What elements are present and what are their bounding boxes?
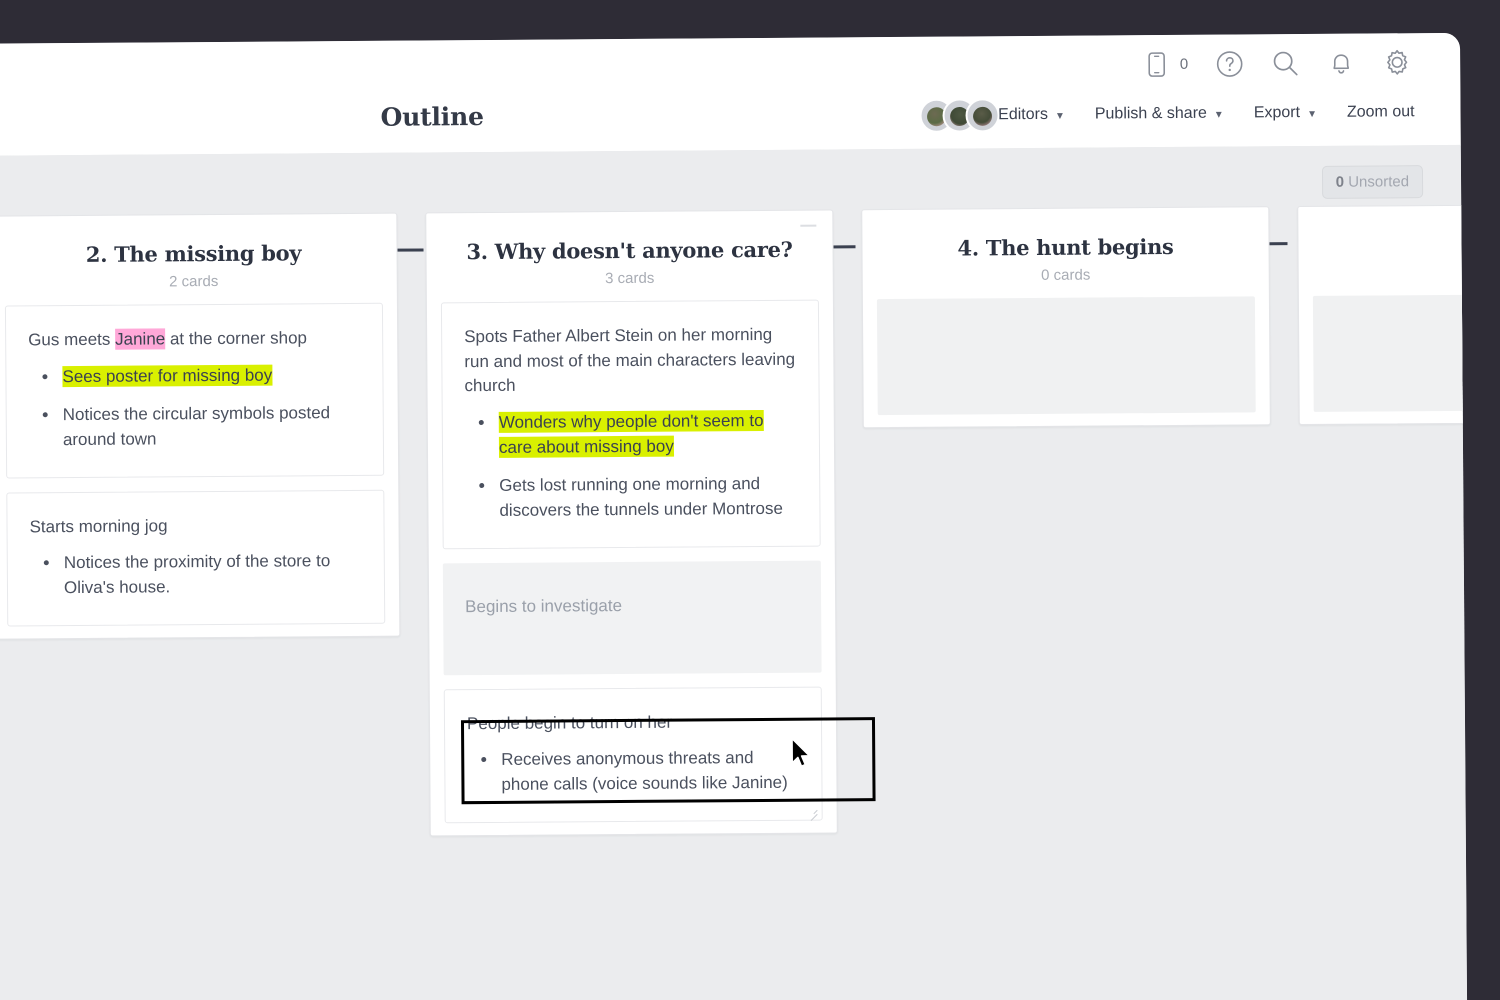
header-toolbar: Editors ▼ Publish & share ▼ Export ▼ Zoo… — [919, 95, 1415, 133]
help-icon[interactable] — [1214, 48, 1244, 78]
settings-gear-icon[interactable] — [1382, 47, 1412, 77]
card-title: Starts morning jog — [29, 516, 168, 537]
card-title: Spots Father Albert Stein on her morning… — [464, 325, 796, 396]
column-card-count: 2 cards — [169, 273, 219, 291]
header-icon-row: 0 — [1142, 47, 1413, 79]
column-title: 4. The hunt begins — [957, 233, 1174, 261]
card-resize-handle[interactable] — [806, 804, 818, 821]
mobile-preview-button[interactable]: 0 — [1142, 49, 1189, 79]
outline-card[interactable]: Starts morning jog Notices the proximity… — [6, 489, 386, 627]
collapse-column-icon[interactable] — [800, 224, 817, 227]
publish-share-label: Publish & share — [1094, 104, 1207, 123]
column-header — [1298, 204, 1467, 296]
column-card-count — [1317, 262, 1468, 282]
editors-menu[interactable]: Editors ▼ — [919, 98, 1065, 133]
column-header: 4. The hunt begins 0 cards — [862, 207, 1269, 299]
column-title — [1316, 230, 1467, 258]
app-window: Outline 0 Editors ▼ Publish & share ▼ Ex… — [0, 32, 1468, 1000]
empty-column-dropzone[interactable] — [876, 296, 1256, 416]
column-header: 3. Why doesn't anyone care? 3 cards — [426, 210, 833, 302]
card-bullet-list: Notices the proximity of the store to Ol… — [30, 549, 362, 601]
highlight-yellow: Wonders why people don't seem to care ab… — [498, 410, 764, 458]
outline-column-partial-right[interactable] — [1297, 203, 1468, 426]
column-card-count: 3 cards — [605, 269, 655, 288]
unsorted-label: Unsorted — [1348, 173, 1410, 191]
publish-share-menu[interactable]: Publish & share ▼ — [1095, 105, 1224, 124]
screen-root: Outline 0 Editors ▼ Publish & share ▼ Ex… — [0, 0, 1500, 1000]
card-bullet-list: Receives anonymous threats and phone cal… — [467, 746, 799, 798]
zoom-out-label: Zoom out — [1346, 103, 1415, 121]
column-title: 2. The missing boy — [85, 240, 302, 267]
card-bullet[interactable]: Receives anonymous threats and phone cal… — [489, 746, 799, 798]
card-bullet-list: Wonders why people don't seem to care ab… — [465, 409, 798, 524]
card-placeholder-text: Begins to investigate — [465, 595, 623, 616]
export-menu[interactable]: Export ▼ — [1254, 104, 1317, 122]
editors-label: Editors — [998, 105, 1048, 124]
card-bullet[interactable]: Wonders why people don't seem to care ab… — [487, 409, 797, 461]
card-title: Gus meets Janine at the corner shop — [28, 326, 360, 353]
empty-column-dropzone[interactable] — [1312, 293, 1468, 413]
search-icon[interactable] — [1270, 48, 1300, 78]
card-bullet[interactable]: Sees poster for missing boy — [50, 363, 360, 390]
outline-card[interactable]: Spots Father Albert Stein on her morning… — [440, 299, 821, 550]
highlight-pink: Janine — [115, 328, 166, 350]
card-bullet-list: Sees poster for missing boy Notices the … — [28, 363, 361, 453]
outline-columns: 2. The missing boy 2 cards Gus meets Jan… — [0, 203, 1468, 839]
column-card-list-lower: People begin to turn on her Receives ano… — [430, 686, 837, 823]
app-header: Outline 0 Editors ▼ Publish & share ▼ Ex… — [0, 32, 1461, 157]
column-title: 3. Why doesn't anyone care? — [466, 236, 793, 265]
outline-column-3[interactable]: 3. Why doesn't anyone care? 3 cards Spot… — [425, 209, 838, 837]
card-title-text: at the corner shop — [165, 328, 308, 349]
mobile-preview-icon[interactable] — [1142, 49, 1172, 79]
outline-card[interactable]: People begin to turn on her Receives ano… — [443, 686, 823, 823]
page-title: Outline — [380, 102, 484, 132]
editors-avatar-group[interactable] — [919, 98, 1000, 133]
outline-canvas: 0 Unsorted 2. The missing boy 2 cards Gu… — [0, 144, 1468, 1000]
column-card-count: 0 cards — [1041, 266, 1091, 285]
unsorted-badge[interactable]: 0 Unsorted — [1321, 165, 1424, 199]
column-header: 2. The missing boy 2 cards — [0, 214, 397, 306]
zoom-out-button[interactable]: Zoom out — [1347, 103, 1415, 121]
card-title: People begin to turn on her — [466, 712, 673, 733]
export-label: Export — [1253, 104, 1301, 122]
column-card-list: Gus meets Janine at the corner shop Sees… — [0, 302, 399, 627]
card-bullet[interactable]: Gets lost running one morning and discov… — [487, 472, 797, 524]
outline-column-4[interactable]: 4. The hunt begins 0 cards — [861, 206, 1271, 429]
card-bullet[interactable]: Notices the proximity of the store to Ol… — [52, 549, 362, 601]
unsorted-count: 0 — [1335, 173, 1345, 191]
chevron-down-icon: ▼ — [1054, 110, 1065, 122]
column-card-list: Spots Father Albert Stein on her morning… — [427, 299, 835, 550]
avatar — [965, 98, 1000, 133]
outline-column-2[interactable]: 2. The missing boy 2 cards Gus meets Jan… — [0, 212, 401, 640]
chevron-down-icon: ▼ — [1307, 108, 1317, 120]
highlight-yellow: Sees poster for missing boy — [62, 364, 273, 387]
card-drop-placeholder[interactable]: Begins to investigate — [442, 560, 822, 675]
outline-card[interactable]: Gus meets Janine at the corner shop Sees… — [4, 302, 385, 479]
notifications-bell-icon[interactable] — [1326, 48, 1356, 78]
mobile-preview-count: 0 — [1179, 55, 1189, 73]
chevron-down-icon: ▼ — [1213, 109, 1224, 121]
card-bullet[interactable]: Notices the circular symbols posted arou… — [51, 401, 361, 453]
card-title-text: Gus meets — [28, 329, 116, 350]
